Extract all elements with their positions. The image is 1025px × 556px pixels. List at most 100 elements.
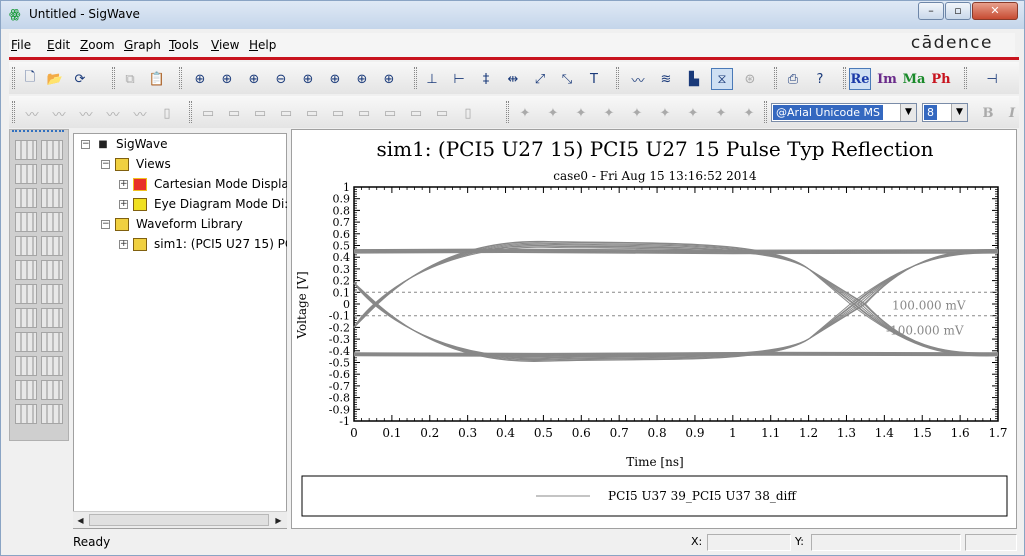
- waveform-display[interactable]: sim1: (PCI5 U27 15) PCI5 U27 15 Pulse Ty…: [291, 129, 1017, 529]
- tree-node-library[interactable]: Waveform Library: [136, 217, 243, 231]
- line-width-icon[interactable]: ▭: [379, 102, 401, 124]
- zoom-out-icon[interactable]: ⊖: [270, 68, 292, 90]
- refresh-icon[interactable]: ⟳: [69, 68, 91, 90]
- layout-button[interactable]: [15, 212, 37, 232]
- zoom-in-icon[interactable]: ⊕: [243, 68, 265, 90]
- maximize-button[interactable]: ▫: [945, 2, 971, 20]
- toolbar-grip[interactable]: [843, 67, 846, 89]
- line-width-icon[interactable]: ▭: [223, 102, 245, 124]
- point-marker-icon[interactable]: ✦: [738, 102, 760, 124]
- font-size-select[interactable]: 8 ▼: [922, 103, 968, 122]
- pin-icon[interactable]: ⊣: [981, 68, 1003, 90]
- minimize-button[interactable]: –: [918, 2, 944, 20]
- bold-button[interactable]: B: [977, 102, 999, 124]
- line-style-icon[interactable]: ▯: [156, 102, 178, 124]
- layout-button[interactable]: [15, 404, 37, 424]
- scroll-right-icon[interactable]: ▶: [271, 513, 286, 528]
- line-width-icon[interactable]: ▯: [457, 102, 479, 124]
- menu-help[interactable]: Help: [249, 38, 276, 52]
- histogram-icon[interactable]: ▙: [683, 68, 705, 90]
- line-style-icon[interactable]: 〰: [48, 102, 70, 124]
- toolbar-grip[interactable]: [506, 101, 509, 123]
- marker-delta-y-icon[interactable]: ‡: [475, 68, 497, 90]
- toolbar-grip[interactable]: [774, 67, 777, 89]
- point-marker-icon[interactable]: ✦: [514, 102, 536, 124]
- layout-button[interactable]: [41, 380, 63, 400]
- line-width-icon[interactable]: ▭: [431, 102, 453, 124]
- toolbar-grip[interactable]: [764, 101, 767, 123]
- zoom-x-icon[interactable]: ⊕: [297, 68, 319, 90]
- layout-button[interactable]: [41, 188, 63, 208]
- collapse-icon[interactable]: −: [101, 220, 110, 229]
- layout-button[interactable]: [41, 332, 63, 352]
- layout-button[interactable]: [15, 260, 37, 280]
- line-width-icon[interactable]: ▭: [197, 102, 219, 124]
- paste-icon[interactable]: 📋: [146, 68, 168, 90]
- toolbar-grip[interactable]: [616, 67, 619, 89]
- eye-diagram-icon[interactable]: ⧖: [711, 68, 733, 90]
- zoom-1to1-icon[interactable]: ⊕: [351, 68, 373, 90]
- layout-button[interactable]: [15, 380, 37, 400]
- layout-button[interactable]: [41, 164, 63, 184]
- marker-diagonal-icon[interactable]: ⤢: [529, 68, 551, 90]
- menu-view[interactable]: View: [211, 38, 239, 52]
- layout-button[interactable]: [41, 308, 63, 328]
- point-marker-icon[interactable]: ✦: [682, 102, 704, 124]
- zoom-fit-icon[interactable]: ⊕: [189, 68, 211, 90]
- layout-button[interactable]: [15, 140, 37, 160]
- title-bar[interactable]: ꙮ Untitled - SigWave – ▫ ✕: [1, 1, 1024, 29]
- project-tree[interactable]: − ■ SigWave − Views + Cartesian Mode Dis…: [73, 133, 287, 529]
- tree-node-root[interactable]: SigWave: [116, 137, 168, 151]
- menu-file[interactable]: File: [11, 38, 31, 52]
- layout-button[interactable]: [15, 164, 37, 184]
- menu-edit[interactable]: Edit: [47, 38, 70, 52]
- chevron-down-icon[interactable]: ▼: [951, 104, 967, 121]
- toolbar-grip[interactable]: [12, 101, 15, 123]
- toolbar-grip[interactable]: [12, 67, 15, 89]
- marker-vertical-icon[interactable]: ⊢: [448, 68, 470, 90]
- cartesian-mode-icon[interactable]: 〰: [627, 68, 649, 90]
- point-marker-icon[interactable]: ✦: [570, 102, 592, 124]
- line-width-icon[interactable]: ▭: [353, 102, 375, 124]
- layout-button[interactable]: [15, 188, 37, 208]
- expand-icon[interactable]: +: [119, 240, 128, 249]
- tree-node-views[interactable]: Views: [136, 157, 171, 171]
- line-width-icon[interactable]: ▭: [249, 102, 271, 124]
- menu-zoom[interactable]: Zoom: [80, 38, 115, 52]
- point-marker-icon[interactable]: ✦: [542, 102, 564, 124]
- copy-icon[interactable]: ⧉: [119, 68, 141, 90]
- marker-horizontal-icon[interactable]: ⊥: [421, 68, 443, 90]
- expand-icon[interactable]: +: [119, 200, 128, 209]
- layout-button[interactable]: [15, 332, 37, 352]
- text-annotation-icon[interactable]: T: [583, 68, 605, 90]
- layout-button[interactable]: [15, 236, 37, 256]
- toolbar-grip[interactable]: [179, 67, 182, 89]
- layout-button[interactable]: [41, 260, 63, 280]
- complex-ph-button[interactable]: Ph: [930, 68, 952, 90]
- multi-trace-icon[interactable]: ≋: [655, 68, 677, 90]
- layout-button[interactable]: [41, 404, 63, 424]
- toolbar-grip[interactable]: [414, 67, 417, 89]
- close-button[interactable]: ✕: [972, 2, 1018, 20]
- line-width-icon[interactable]: ▭: [275, 102, 297, 124]
- zoom-y-icon[interactable]: ⊕: [324, 68, 346, 90]
- complex-ma-button[interactable]: Ma: [903, 68, 926, 90]
- toolbar-grip[interactable]: [112, 67, 115, 89]
- polar-mode-icon[interactable]: ⊛: [739, 68, 761, 90]
- layout-button[interactable]: [41, 140, 63, 160]
- layout-button[interactable]: [41, 212, 63, 232]
- line-style-icon[interactable]: 〰: [129, 102, 151, 124]
- scroll-left-icon[interactable]: ◀: [73, 513, 88, 528]
- toolbar-grip[interactable]: [964, 67, 967, 89]
- eye-diagram-chart[interactable]: sim1: (PCI5 U27 15) PCI5 U27 15 Pulse Ty…: [292, 130, 1016, 528]
- help-cursor-icon[interactable]: ?: [809, 68, 831, 90]
- chevron-down-icon[interactable]: ▼: [900, 104, 916, 121]
- complex-im-button[interactable]: Im: [876, 68, 898, 90]
- zoom-pan-icon[interactable]: ⊕: [378, 68, 400, 90]
- menu-tools[interactable]: Tools: [169, 38, 199, 52]
- menu-graph[interactable]: Graph: [124, 38, 161, 52]
- point-marker-icon[interactable]: ✦: [598, 102, 620, 124]
- new-file-icon[interactable]: 🗋: [19, 68, 41, 90]
- tree-node-sim1[interactable]: sim1: (PCI5 U27 15) PC: [154, 237, 287, 251]
- line-style-icon[interactable]: 〰: [75, 102, 97, 124]
